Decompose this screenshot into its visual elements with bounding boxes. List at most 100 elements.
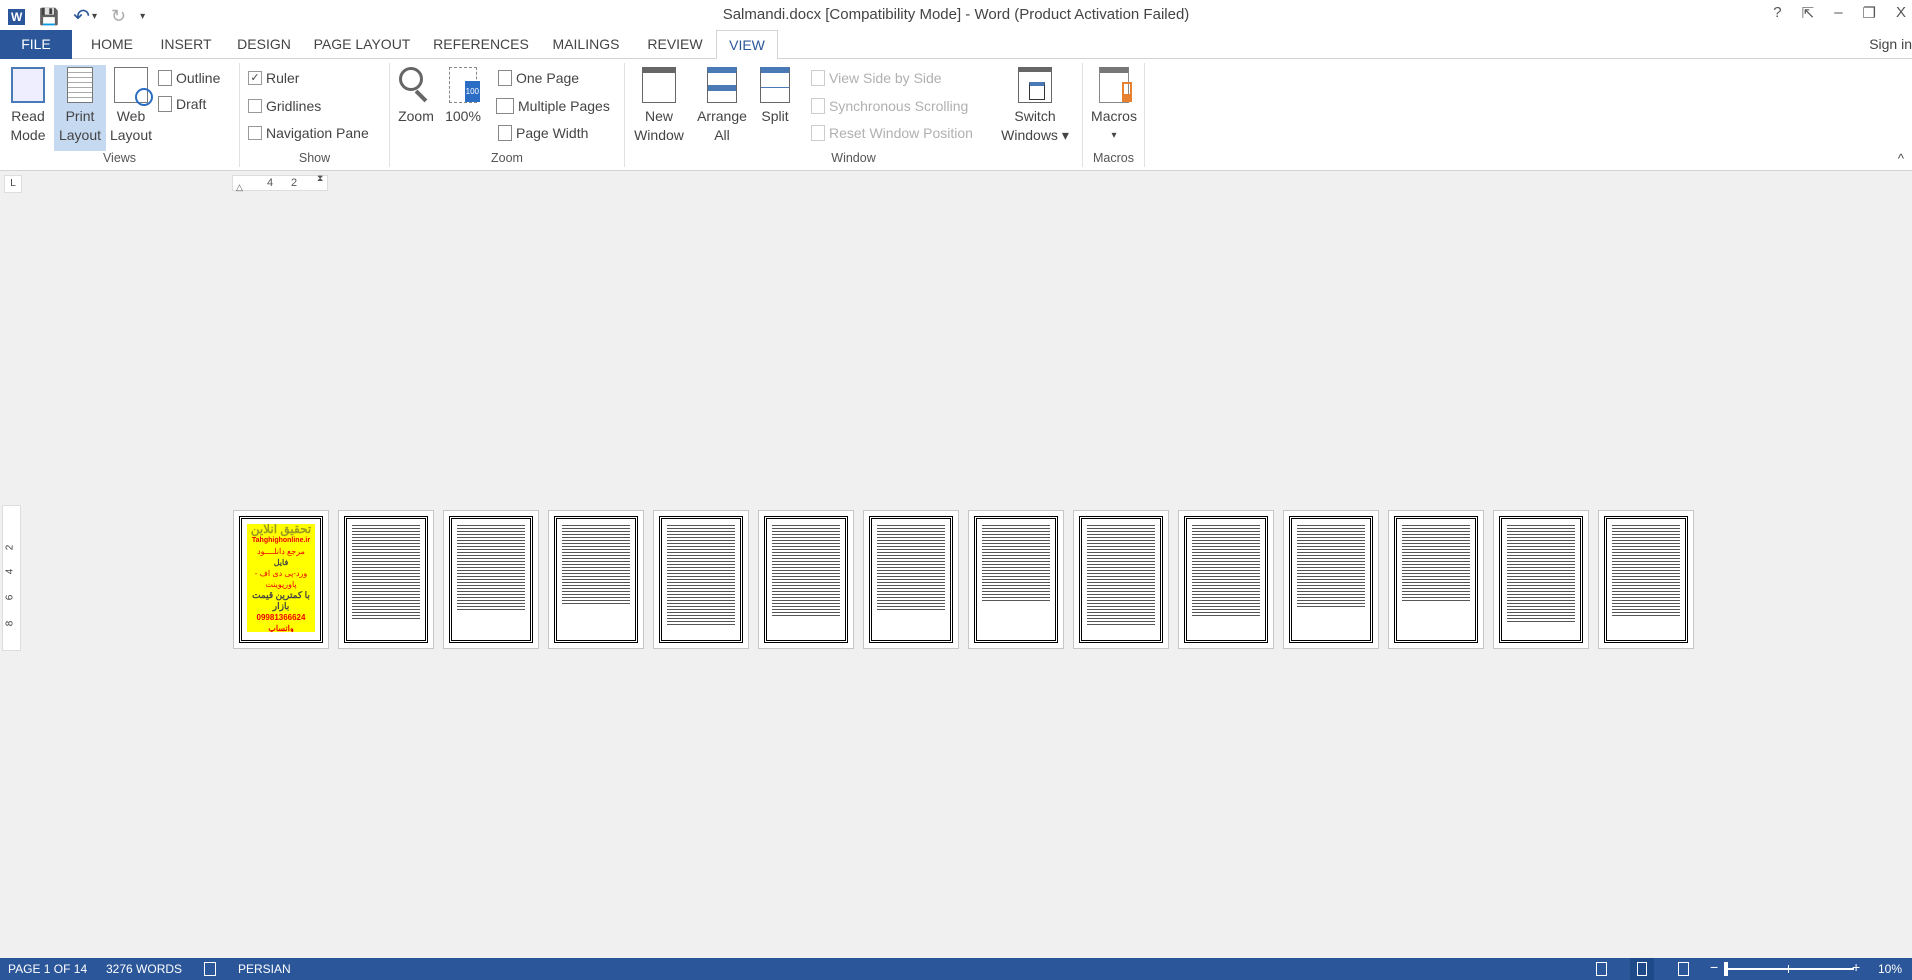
label: View Side by Side xyxy=(829,70,942,86)
zoom-group: Zoom 100 100% One Page Multiple Pages Pa… xyxy=(390,63,625,167)
magnifier-icon xyxy=(399,67,433,103)
arrange-all-icon xyxy=(707,67,737,103)
tab-selector[interactable]: L xyxy=(4,175,22,193)
new-window-button[interactable]: New Window xyxy=(629,65,689,145)
zoom-slider[interactable] xyxy=(1724,962,1854,976)
tab-references[interactable]: REFERENCES xyxy=(425,30,537,59)
tab-design[interactable]: DESIGN xyxy=(228,30,300,59)
read-mode-view-icon[interactable] xyxy=(1596,962,1607,976)
label: Arrange xyxy=(697,108,747,124)
web-layout-button[interactable]: Web Layout xyxy=(106,65,156,145)
outline-icon xyxy=(158,70,172,86)
macros-button[interactable]: Macros ▾ xyxy=(1087,65,1141,145)
zoom-out-button[interactable]: − xyxy=(1710,959,1718,975)
document-page-5[interactable] xyxy=(653,510,749,649)
page-text-lines xyxy=(1087,524,1155,625)
zoom-level[interactable]: 10% xyxy=(1878,962,1902,976)
label: Page Width xyxy=(516,125,589,141)
navigation-pane-checkbox[interactable]: Navigation Pane xyxy=(248,122,369,144)
right-indent-marker-icon[interactable]: ⧗ xyxy=(317,173,323,184)
document-page-7[interactable] xyxy=(863,510,959,649)
document-page-6[interactable] xyxy=(758,510,854,649)
document-page-8[interactable] xyxy=(968,510,1064,649)
document-page-2[interactable] xyxy=(338,510,434,649)
word-count[interactable]: 3276 WORDS xyxy=(106,962,182,976)
one-page-icon xyxy=(498,70,512,86)
synchronous-scrolling-button[interactable]: Synchronous Scrolling xyxy=(811,95,968,117)
proofing-icon[interactable] xyxy=(204,962,216,976)
page-width-button[interactable]: Page Width xyxy=(498,122,588,144)
restore-button[interactable]: ❐ xyxy=(1863,4,1876,22)
macros-icon xyxy=(1099,67,1132,103)
zoom-slider-thumb[interactable] xyxy=(1724,962,1728,976)
label: Reset Window Position xyxy=(829,125,973,141)
page-text-lines xyxy=(1507,524,1575,624)
horizontal-ruler[interactable]: 4 2 △ ⧗ xyxy=(232,173,328,193)
page-indicator[interactable]: PAGE 1 OF 14 xyxy=(8,962,87,976)
label: Draft xyxy=(176,96,207,112)
page-icon xyxy=(67,67,93,103)
split-button[interactable]: Split xyxy=(753,65,797,126)
sign-in-link[interactable]: Sign in xyxy=(1869,36,1912,52)
document-page-9[interactable] xyxy=(1073,510,1169,649)
label: New xyxy=(644,108,673,124)
ruler-row: L 4 2 △ ⧗ xyxy=(0,171,1912,197)
document-page-3[interactable] xyxy=(443,510,539,649)
draft-button[interactable]: Draft xyxy=(158,93,206,115)
one-page-button[interactable]: One Page xyxy=(498,67,579,89)
gridlines-checkbox[interactable]: Gridlines xyxy=(248,95,321,117)
label: Navigation Pane xyxy=(266,125,369,141)
tab-insert[interactable]: INSERT xyxy=(150,30,222,59)
cover-title: تحقیق آنلاین xyxy=(250,524,312,536)
language-indicator[interactable]: PERSIAN xyxy=(238,962,291,976)
document-page-13[interactable] xyxy=(1493,510,1589,649)
zoom-in-button[interactable]: + xyxy=(1852,959,1860,975)
document-page-10[interactable] xyxy=(1178,510,1274,649)
read-mode-button[interactable]: Read Mode xyxy=(4,65,52,145)
tab-file[interactable]: FILE xyxy=(0,30,72,59)
print-layout-button[interactable]: Print Layout xyxy=(54,65,106,151)
multiple-pages-button[interactable]: Multiple Pages xyxy=(496,95,610,117)
reset-window-position-button[interactable]: Reset Window Position xyxy=(811,122,973,144)
zoom-button[interactable]: Zoom xyxy=(394,65,438,126)
ruler-mark: 4 xyxy=(4,568,16,575)
outline-button[interactable]: Outline xyxy=(158,67,220,89)
tab-home[interactable]: HOME xyxy=(80,30,144,59)
document-page-12[interactable] xyxy=(1388,510,1484,649)
group-label: Show xyxy=(298,151,331,165)
cover-line: مرجع دانلــــود xyxy=(257,547,305,556)
tab-review[interactable]: REVIEW xyxy=(635,30,715,59)
checkbox-checked[interactable]: ✓ xyxy=(248,71,262,85)
checkbox[interactable] xyxy=(248,99,262,113)
print-layout-view-icon[interactable] xyxy=(1630,958,1654,980)
document-page-4[interactable] xyxy=(548,510,644,649)
web-layout-view-icon[interactable] xyxy=(1678,962,1689,976)
tab-page-layout[interactable]: PAGE LAYOUT xyxy=(306,30,418,59)
minimize-button[interactable]: – xyxy=(1834,4,1842,22)
tab-mailings[interactable]: MAILINGS xyxy=(543,30,629,59)
cover-line: ورد-پی دی اف - پاورپوینت xyxy=(254,569,308,589)
arrange-all-button[interactable]: Arrange All xyxy=(693,65,751,145)
multiple-pages-icon xyxy=(496,98,514,114)
help-icon[interactable]: ? xyxy=(1773,4,1781,22)
view-side-by-side-button[interactable]: View Side by Side xyxy=(811,67,942,89)
ruler-checkbox[interactable]: ✓ Ruler xyxy=(248,67,299,89)
tab-view[interactable]: VIEW xyxy=(716,30,778,60)
zoom-100-button[interactable]: 100 100% xyxy=(442,65,484,126)
ruler-mark: 6 xyxy=(4,594,16,601)
switch-windows-button[interactable]: Switch Windows ▾ xyxy=(997,65,1073,145)
ribbon-display-options-icon[interactable]: ⇱ xyxy=(1802,4,1815,22)
checkbox[interactable] xyxy=(248,126,262,140)
document-page-1[interactable]: تحقیق آنلاین Tahghighonline.ir مرجع دانل… xyxy=(233,510,329,649)
vertical-ruler[interactable]: 2 4 6 8 xyxy=(2,505,21,651)
close-button[interactable]: X xyxy=(1896,4,1906,22)
label: Print xyxy=(65,108,95,124)
document-page-14[interactable] xyxy=(1598,510,1694,649)
dropdown-arrow: ▾ xyxy=(1111,130,1117,141)
label: All xyxy=(714,127,730,143)
collapse-ribbon-icon[interactable]: ^ xyxy=(1898,151,1904,166)
sync-scroll-icon xyxy=(811,98,825,114)
document-page-11[interactable] xyxy=(1283,510,1379,649)
ruler-mark: 2 xyxy=(4,544,16,551)
indent-marker-icon[interactable]: △ xyxy=(236,182,243,193)
